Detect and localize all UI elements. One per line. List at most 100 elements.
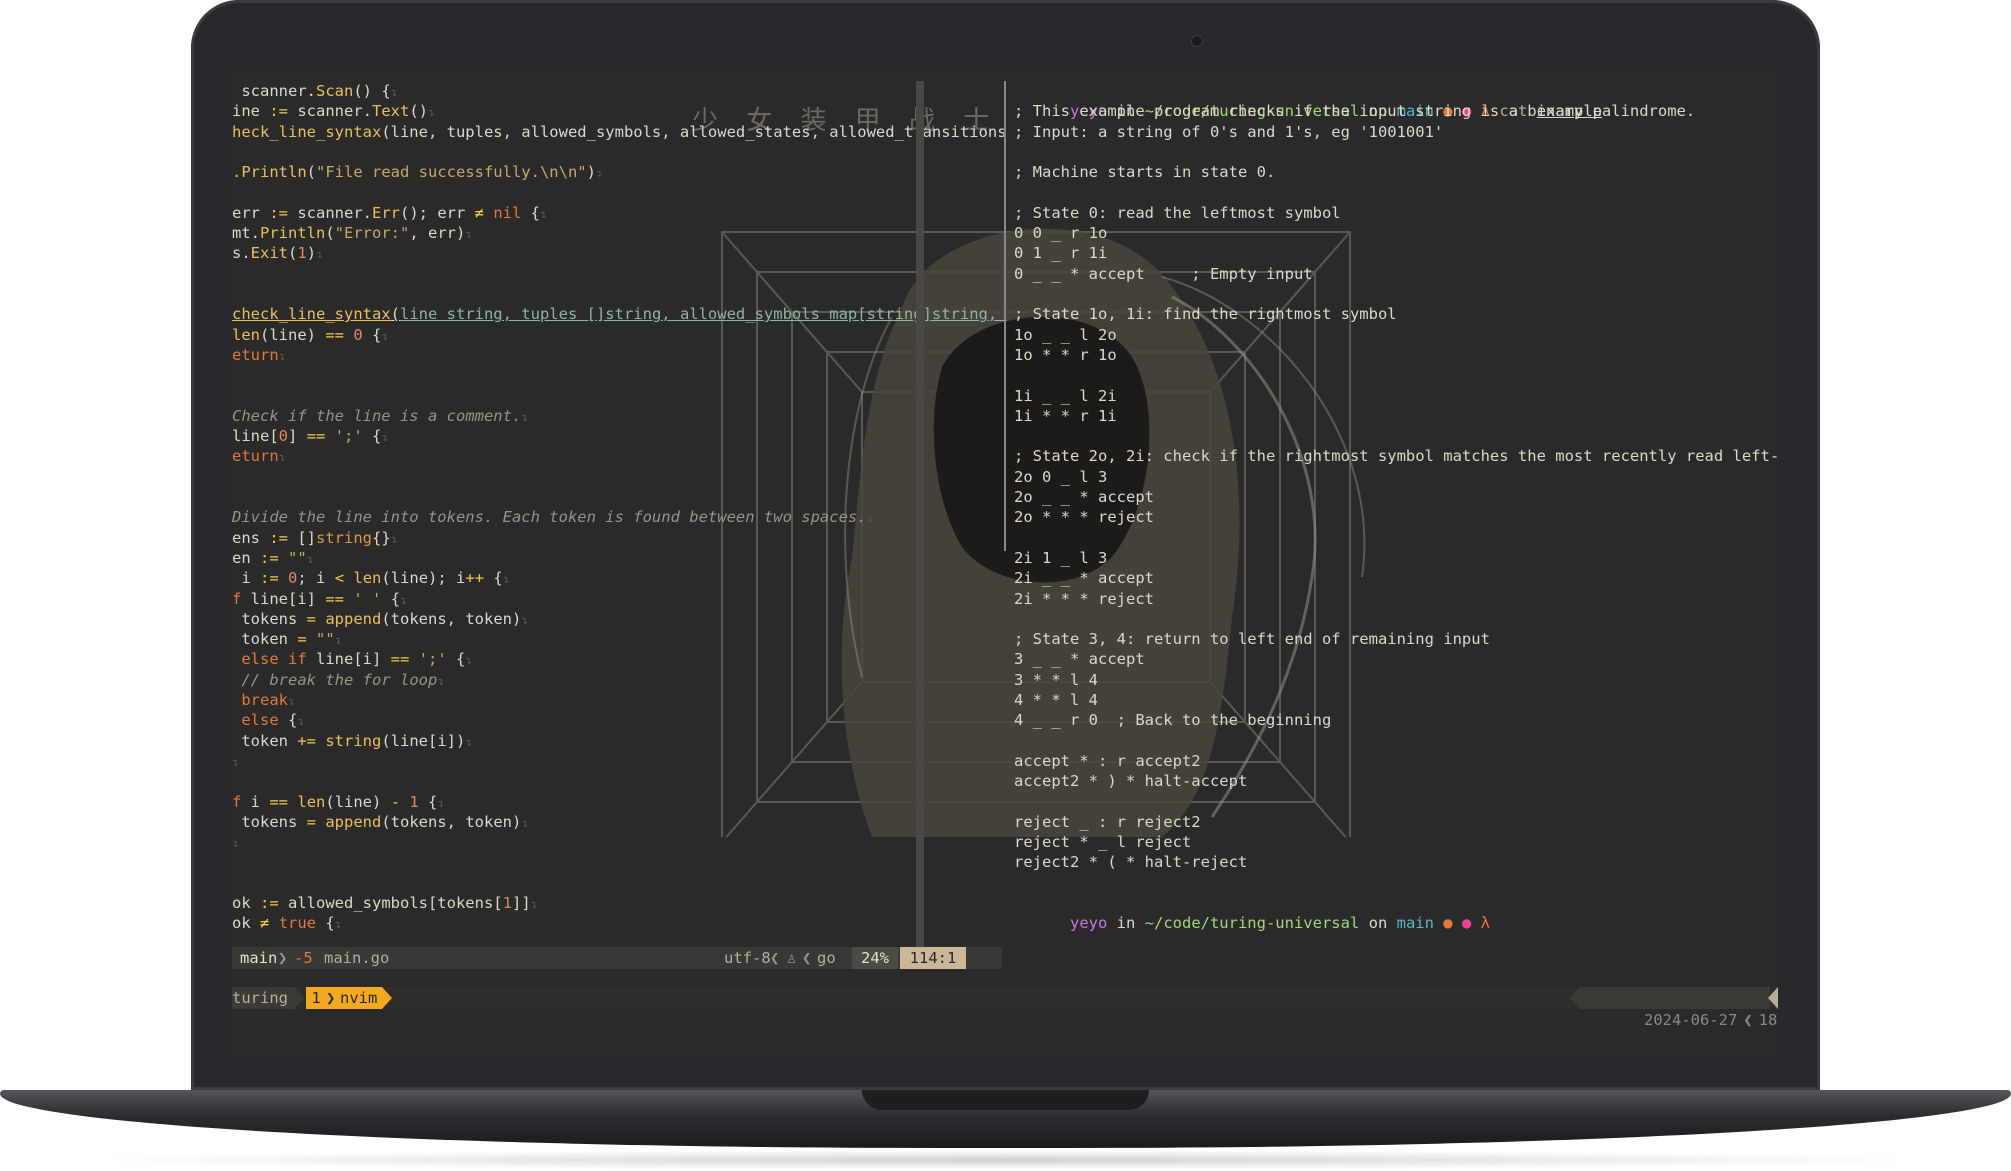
- code-line[interactable]: line[0] == ';' {↴: [232, 426, 388, 446]
- tmux-window-index[interactable]: 1: [306, 987, 326, 1009]
- code-token: "File read successfully.\n\n": [316, 163, 587, 182]
- code-token: ↴: [866, 512, 874, 526]
- terminal-output-line: 4 _ _ r 0 ; Back to the beginning: [1014, 711, 1332, 730]
- code-line[interactable]: s.Exit(1)↴: [232, 243, 323, 263]
- code-token: mt.: [232, 224, 260, 243]
- code-line[interactable]: ok ≠ true {↴: [232, 913, 341, 933]
- code-token: 0: [278, 427, 289, 446]
- code-line[interactable]: Divide the line into tokens. Each token …: [232, 507, 873, 527]
- code-line[interactable]: en := ""↴: [232, 548, 313, 568]
- code-token: i: [241, 792, 270, 811]
- code-line[interactable]: f line[i] == ' ' {↴: [232, 589, 407, 609]
- code-token: token: [232, 630, 298, 649]
- code-token: ↴: [428, 106, 435, 120]
- code-line[interactable]: break↴: [232, 690, 295, 710]
- code-token: () {: [353, 82, 391, 100]
- code-token: ' ': [353, 589, 382, 608]
- code-token: nil: [493, 203, 522, 222]
- code-token: 1: [502, 894, 512, 912]
- code-line[interactable]: ↴: [232, 751, 239, 771]
- code-line[interactable]: mt.Println("Error:", err)↴: [232, 223, 472, 243]
- code-token: =: [306, 609, 316, 628]
- code-token: 1: [409, 792, 419, 811]
- code-token: ↴: [465, 228, 472, 242]
- terminal-output-line: ; This example program checks if the inp…: [1014, 102, 1696, 121]
- code-token: ↴: [521, 816, 528, 830]
- code-token: "": [288, 548, 307, 567]
- code-line[interactable]: len(line) == 0 {↴: [232, 325, 388, 345]
- code-token: tokens: [232, 812, 307, 831]
- code-token: (line): [260, 325, 326, 344]
- code-line[interactable]: tokens = append(tokens, token)↴: [232, 812, 528, 832]
- terminal-output-line: 2i * * * reject: [1014, 589, 1154, 608]
- laptop-shadow: [80, 1150, 1931, 1170]
- window-separator[interactable]: [916, 81, 924, 961]
- scroll-percent: 24%: [852, 947, 898, 969]
- code-line[interactable]: f i == len(line) - 1 {↴: [232, 792, 444, 812]
- tmux-window-name[interactable]: nvim: [340, 987, 382, 1009]
- terminal-output-line: reject2 * ( * halt-reject: [1014, 853, 1248, 872]
- code-token: ]]: [511, 894, 531, 912]
- code-token: {: [484, 569, 503, 588]
- code-token: {}: [372, 528, 391, 547]
- editor-statusline: main ❯ -5 main.go utf-8 ❮ ♙ ❮ go 24% 114…: [232, 947, 1002, 969]
- code-token: ';': [418, 650, 447, 669]
- code-token: []: [288, 528, 316, 547]
- code-token: line[i]: [241, 589, 326, 608]
- tmux-date: 2024-06-27: [1644, 1011, 1738, 1029]
- laptop-hinge-notch: [862, 1090, 1149, 1110]
- terminal-output-line: 2o * * * reject: [1014, 508, 1154, 527]
- code-line[interactable]: check_line_syntax(line string, tuples []…: [232, 304, 1007, 324]
- code-token: heck_line_syntax: [232, 122, 382, 141]
- code-token: ↴: [465, 654, 472, 668]
- terminal-output-line: 1i _ _ l 2i: [1014, 386, 1117, 405]
- prompt-line: yeyo in ~/code/turing-universal on main …: [1014, 81, 1602, 120]
- code-line[interactable]: i := 0; i < len(line); i++ {↴: [232, 568, 509, 588]
- prompt-line[interactable]: yeyo in ~/code/turing-universal on main …: [1014, 893, 1490, 932]
- code-line[interactable]: // break the for loop↴: [232, 670, 444, 690]
- code-token: len: [232, 325, 260, 344]
- status-dot-pink-icon: ●: [1461, 914, 1472, 932]
- code-token: :=: [260, 569, 279, 588]
- code-token: allowed_symbols[tokens[: [278, 894, 503, 912]
- code-line[interactable]: heck_line_syntax(line, tuples, allowed_s…: [232, 122, 1007, 142]
- code-token: ↴: [288, 695, 295, 708]
- chevron-left-icon: ❮: [802, 949, 812, 967]
- code-token: append: [325, 812, 382, 831]
- code-line[interactable]: err := scanner.Err(); err ≠ nil {↴: [232, 203, 547, 223]
- code-token: ): [306, 244, 317, 263]
- code-token: :=: [260, 548, 279, 567]
- code-token: (tokens, token): [381, 812, 522, 831]
- code-line[interactable]: Check if the line is a comment.↴: [232, 406, 528, 426]
- prompt-branch: main: [1396, 914, 1434, 932]
- code-line[interactable]: ine := scanner.Text()↴: [232, 101, 435, 121]
- code-line[interactable]: scanner.Scan() {↴: [232, 81, 397, 101]
- code-line[interactable]: eturn↴: [232, 446, 285, 466]
- code-line[interactable]: token = ""↴: [232, 629, 341, 649]
- tmux-session[interactable]: turing: [232, 987, 294, 1009]
- powerline-arrow-icon: [294, 987, 304, 1009]
- code-token: ↴: [316, 248, 323, 262]
- code-line[interactable]: ok := allowed_symbols[tokens[1]]↴: [232, 893, 537, 913]
- code-line[interactable]: .Println("File read successfully.\n\n")↴: [232, 162, 603, 182]
- code-line[interactable]: ↴: [232, 832, 239, 852]
- terminal-output-line: 0 0 _ r 1o: [1014, 224, 1108, 243]
- terminal-output-line: ; Input: a string of 0's and 1's, eg '10…: [1014, 122, 1444, 141]
- code-token: 0: [353, 325, 363, 344]
- code-line[interactable]: tokens = append(tokens, token)↴: [232, 609, 528, 629]
- code-line[interactable]: else {↴: [232, 710, 304, 730]
- file-name[interactable]: main.go: [324, 947, 389, 969]
- code-token: (line[i]): [381, 731, 466, 750]
- code-line[interactable]: eturn↴: [232, 345, 285, 365]
- code-line[interactable]: else if line[i] == ';' {↴: [232, 649, 472, 669]
- code-line[interactable]: token += string(line[i])↴: [232, 731, 472, 751]
- code-line[interactable]: ens := []string{}↴: [232, 528, 397, 548]
- camera-icon: [1191, 35, 1203, 47]
- code-token: ↴: [521, 613, 528, 627]
- tmux-time: 18:50: [1758, 1011, 1778, 1029]
- code-token: ==: [390, 650, 410, 669]
- pane-divider[interactable]: [1004, 81, 1006, 551]
